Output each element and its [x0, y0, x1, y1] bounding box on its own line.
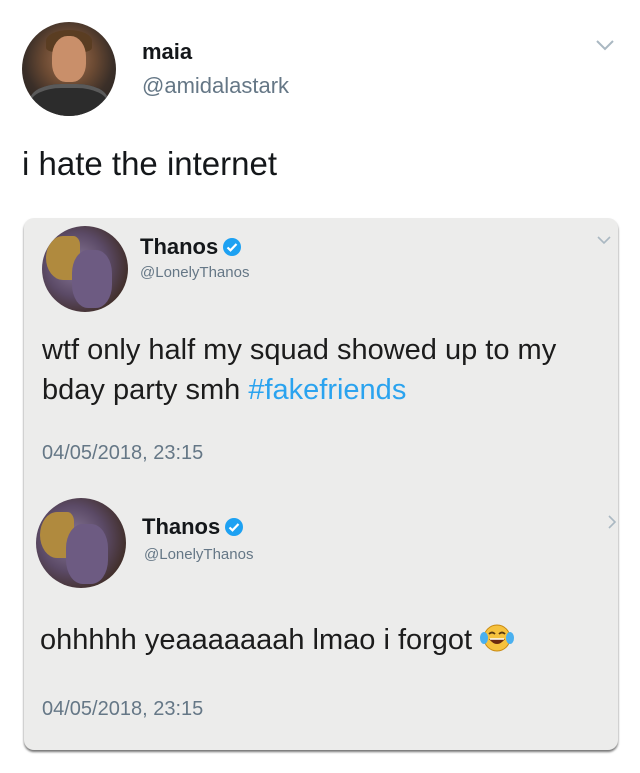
screenshot-card: Thanos @LonelyThanos wtf only half my sq… — [24, 218, 618, 750]
avatar-armor — [30, 84, 108, 116]
tweet-header: maia @amidalastark — [22, 22, 289, 116]
chevron-down-icon[interactable] — [594, 34, 616, 56]
quoted-body: wtf only half my squad showed up to my b… — [42, 330, 602, 410]
tweet-text: i hate the internet — [22, 145, 278, 182]
avatar-face — [52, 36, 86, 82]
chevron-down-icon — [608, 515, 617, 529]
tweet: maia @amidalastark i hate the internet T… — [0, 0, 640, 773]
quoted-timestamp: 04/05/2018, 23:15 — [42, 442, 204, 464]
verified-badge-icon — [223, 238, 242, 256]
thanos-avatar — [36, 498, 126, 588]
avatar[interactable] — [22, 22, 116, 116]
quoted-name: Thanos — [142, 514, 244, 540]
quoted-name-text: Thanos — [142, 514, 221, 539]
quoted-name: Thanos — [140, 234, 242, 260]
quoted-body-text: ohhhhh yeaaaaaaah lmao i forgot — [40, 624, 473, 656]
tears-of-joy-emoji — [480, 624, 515, 652]
quoted-body: ohhhhh yeaaaaaaah lmao i forgot — [40, 620, 610, 660]
quoted-handle: @LonelyThanos — [144, 546, 254, 563]
quoted-handle: @LonelyThanos — [140, 264, 250, 281]
quoted-timestamp: 04/05/2018, 23:15 — [42, 698, 204, 720]
verified-badge-icon — [225, 518, 244, 536]
display-name[interactable]: maia — [142, 39, 289, 65]
thanos-avatar — [42, 226, 128, 312]
quoted-name-text: Thanos — [140, 234, 219, 259]
handle[interactable]: @amidalastark — [142, 73, 289, 99]
chevron-down-icon — [597, 236, 611, 245]
author-names: maia @amidalastark — [142, 39, 289, 99]
hashtag-link[interactable]: #fakefriends — [248, 374, 406, 406]
